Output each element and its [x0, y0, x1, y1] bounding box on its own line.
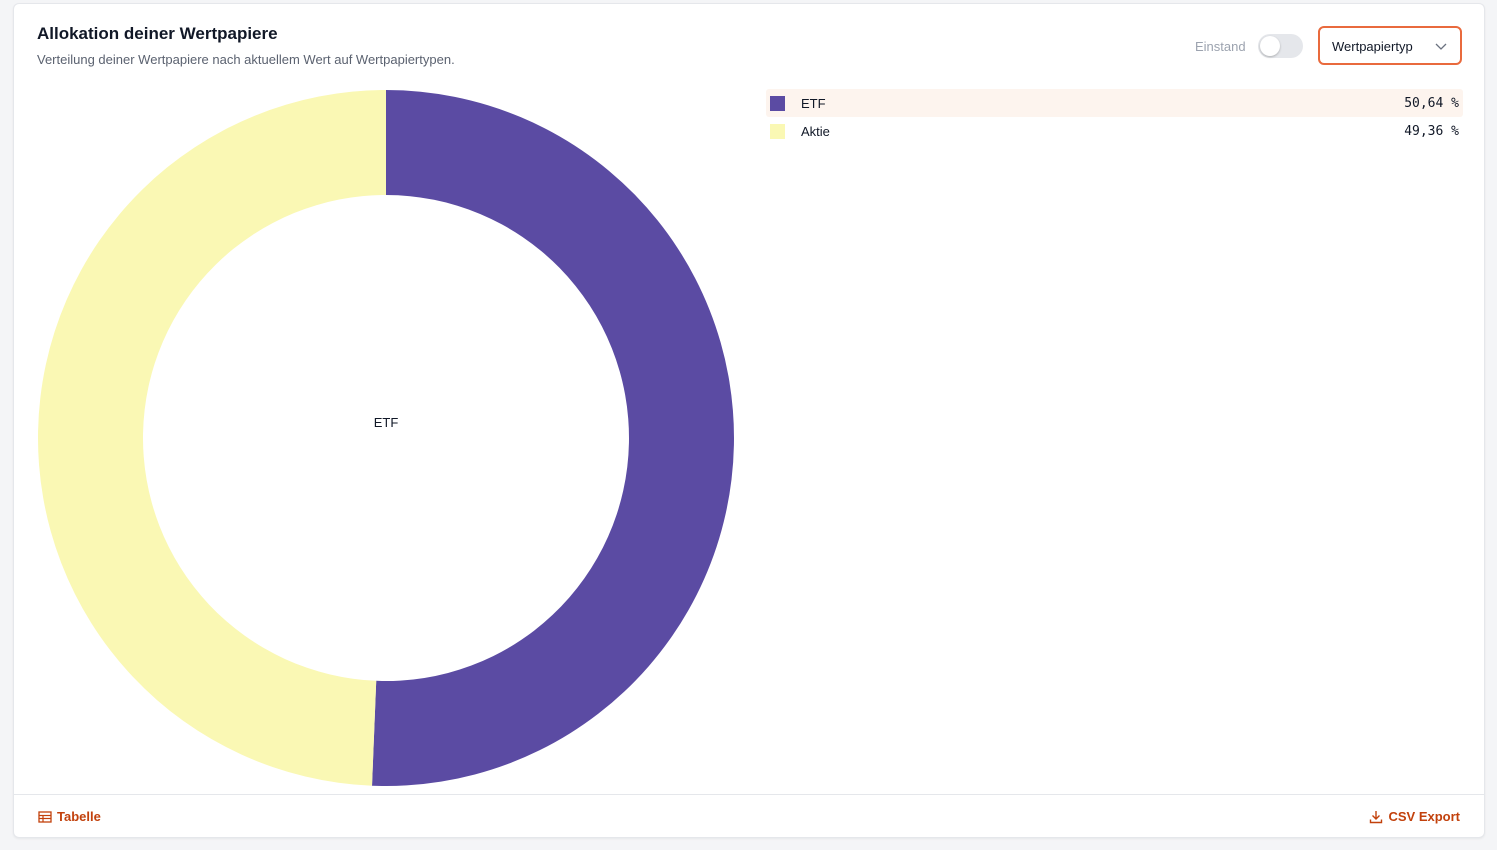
card-subtitle: Verteilung deiner Wertpapiere nach aktue… — [37, 52, 455, 67]
donut-slice-aktie[interactable] — [37, 90, 386, 786]
legend-item-aktie[interactable]: Aktie 49,36 % — [766, 117, 1463, 145]
legend-value: 49,36 % — [1404, 124, 1459, 139]
chevron-down-icon — [1435, 43, 1447, 50]
csv-export-label: CSV Export — [1388, 809, 1460, 824]
grouping-select[interactable]: Wertpapiertyp — [1318, 26, 1462, 65]
legend-label: ETF — [801, 96, 826, 111]
legend-value: 50,64 % — [1404, 96, 1459, 111]
allocation-card: Allokation deiner Wertpapiere Verteilung… — [13, 3, 1485, 838]
legend-swatch-aktie — [770, 124, 785, 139]
donut-svg: ETF — [37, 90, 734, 786]
card-footer: Tabelle CSV Export — [14, 794, 1484, 838]
einstand-toggle[interactable] — [1258, 34, 1303, 58]
allocation-donut-chart: ETF — [36, 88, 736, 788]
chart-legend: ETF 50,64 % Aktie 49,36 % — [766, 89, 1463, 145]
legend-item-etf[interactable]: ETF 50,64 % — [766, 89, 1463, 117]
download-icon — [1370, 810, 1383, 823]
legend-label: Aktie — [801, 124, 830, 139]
donut-center-label: ETF — [374, 415, 399, 430]
toggle-knob — [1260, 36, 1280, 56]
csv-export-button[interactable]: CSV Export — [1369, 809, 1460, 824]
table-icon — [38, 810, 52, 823]
donut-slice-etf[interactable] — [372, 90, 734, 786]
einstand-label: Einstand — [1195, 39, 1246, 54]
table-view-button[interactable]: Tabelle — [38, 809, 101, 824]
legend-swatch-etf — [770, 96, 785, 111]
card-title: Allokation deiner Wertpapiere — [37, 24, 278, 43]
table-view-label: Tabelle — [57, 809, 101, 824]
grouping-select-value: Wertpapiertyp — [1332, 39, 1413, 54]
